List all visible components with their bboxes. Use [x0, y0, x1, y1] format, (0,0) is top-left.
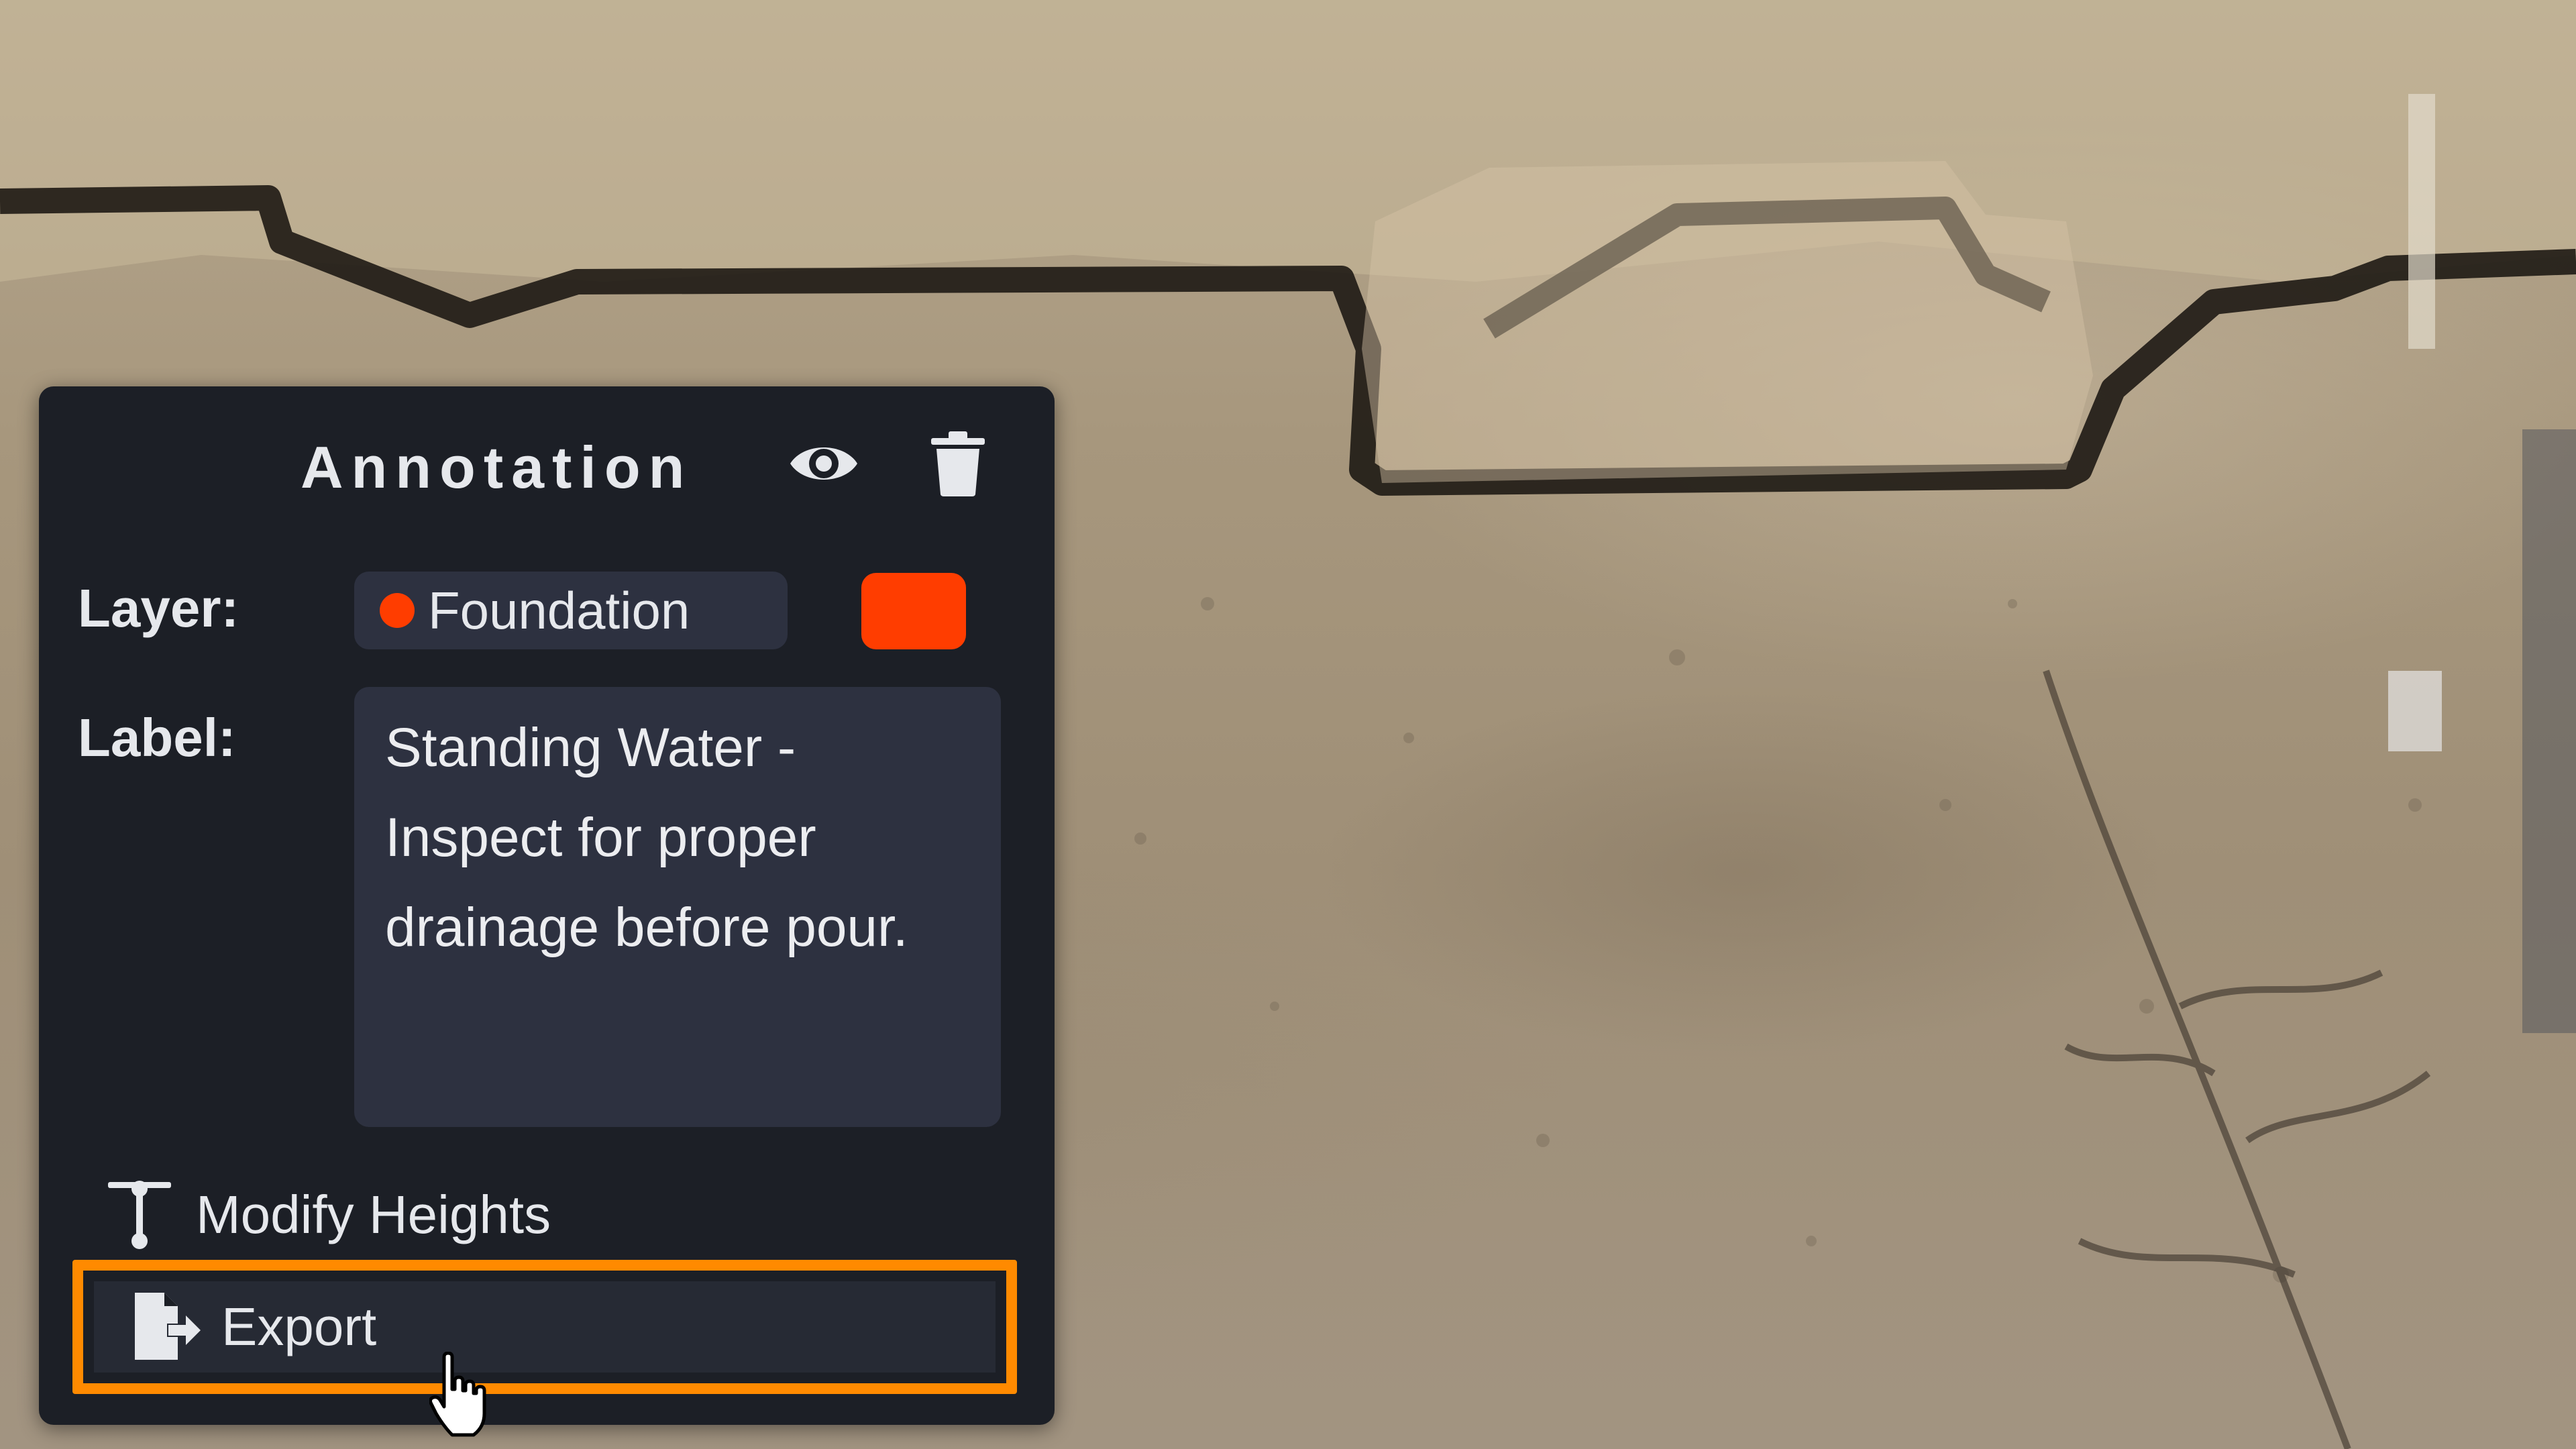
hand-pointer-icon — [429, 1352, 486, 1437]
modify-heights-button[interactable]: Modify Heights — [99, 1171, 904, 1258]
export-label: Export — [221, 1297, 377, 1356]
layer-select[interactable]: Foundation — [354, 572, 788, 649]
export-button-surface: Export — [94, 1281, 996, 1373]
file-export-icon — [125, 1287, 205, 1367]
annotation-panel: Annotation Layer: Foundation Label: Stan… — [39, 386, 1055, 1425]
visibility-toggle-button[interactable] — [784, 423, 864, 504]
label-text-value: Standing Water - Inspect for proper drai… — [385, 717, 908, 958]
panel-title: Annotation — [301, 434, 693, 500]
delete-annotation-button[interactable] — [918, 423, 998, 504]
layer-field-label: Layer: — [78, 578, 239, 638]
modify-heights-label: Modify Heights — [196, 1185, 551, 1244]
label-text-area[interactable]: Standing Water - Inspect for proper drai… — [354, 687, 1001, 1127]
layer-color-swatch[interactable] — [861, 573, 966, 649]
trash-icon — [931, 431, 985, 496]
export-button[interactable]: Export — [72, 1260, 1017, 1394]
eye-icon — [790, 447, 857, 480]
height-adjust-icon — [99, 1175, 180, 1255]
layer-selected-value: Foundation — [428, 580, 690, 640]
layer-color-dot — [380, 593, 415, 628]
label-field-label: Label: — [78, 708, 236, 767]
